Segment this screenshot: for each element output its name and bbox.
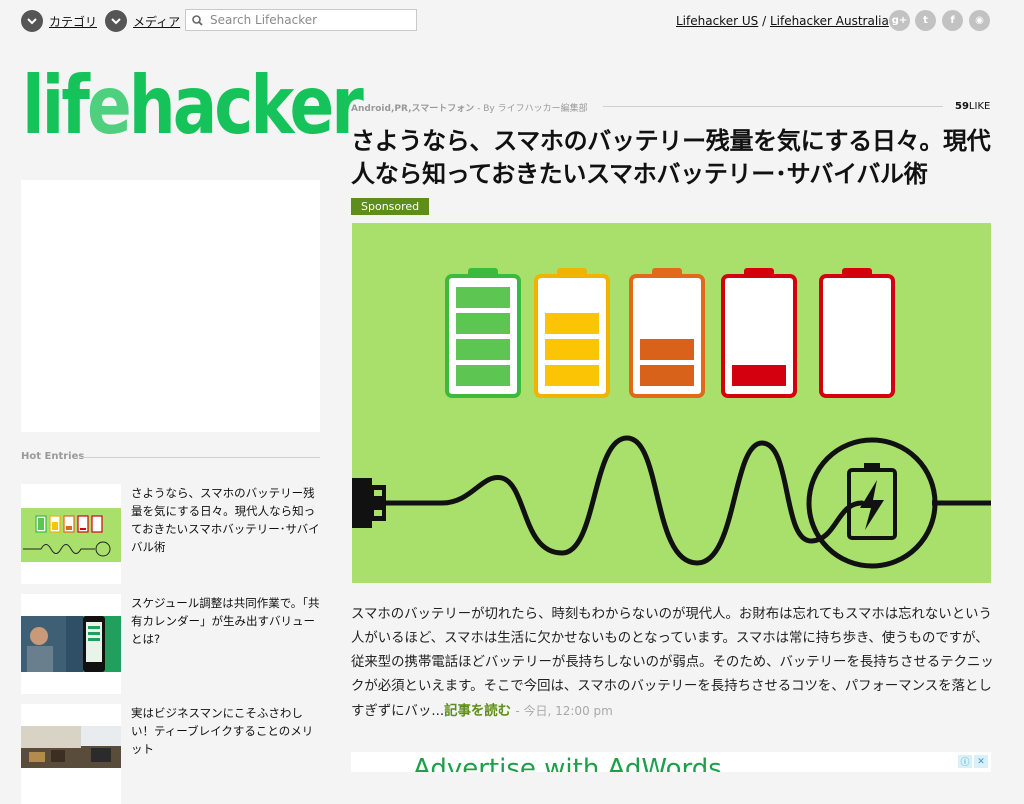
category-menu-button[interactable]: カテゴリ — [21, 10, 97, 32]
rss-icon[interactable]: ◉ — [969, 10, 990, 31]
lifehacker-australia-link[interactable]: Lifehacker Australia — [770, 14, 889, 28]
ad-choice-controls: ⓘ ✕ — [958, 755, 988, 768]
sidebar-ad — [21, 180, 320, 432]
hot-entries-heading: Hot Entries — [21, 451, 85, 462]
battery-high-icon — [534, 268, 610, 398]
media-menu-label: メディア — [133, 14, 181, 29]
divider — [603, 106, 943, 107]
category-menu-label: カテゴリ — [49, 14, 98, 29]
media-menu-button[interactable]: メディア — [105, 10, 180, 32]
charging-icon — [806, 437, 938, 569]
battery-full-icon — [445, 268, 521, 398]
regional-links: Lifehacker US / Lifehacker Australia — [676, 14, 889, 28]
article-excerpt: スマホのバッテリーが切れたら、時刻もわからないのが現代人。お財布は忘れてもスマホ… — [351, 603, 996, 724]
cable-line — [383, 435, 865, 566]
hot-entry-title[interactable]: 実はビジネスマンにこそふさわしい！ティーブレイクすることのメリット — [131, 704, 323, 758]
like-counter[interactable]: 59LIKE — [955, 101, 990, 112]
article-timestamp: - 今日, 12:00 pm — [515, 704, 613, 718]
hot-entry-thumbnail[interactable] — [21, 594, 121, 694]
battery-low-icon — [721, 268, 797, 398]
search-icon — [192, 11, 203, 30]
hot-entry-thumbnail[interactable] — [21, 484, 121, 584]
info-icon[interactable]: ⓘ — [958, 755, 972, 768]
article-hero-image[interactable] — [352, 223, 991, 583]
article-title[interactable]: さようなら、スマホのバッテリー残量を気にする日々。現代人なら知っておきたいスマホ… — [351, 125, 1001, 191]
bottom-ad-banner[interactable]: Advertise with AdWords — [351, 752, 991, 772]
article-categories[interactable]: Android,PR,スマートフォン — [351, 104, 474, 114]
chevron-down-icon — [105, 10, 127, 32]
lifehacker-us-link[interactable]: Lifehacker US — [676, 14, 758, 28]
like-label: LIKE — [968, 101, 991, 112]
plug-icon — [352, 478, 386, 528]
hot-entry-title[interactable]: スケジュール調整は共同作業で。「共有カレンダー」が生み出すバリューとは? — [131, 594, 323, 648]
search-input[interactable] — [208, 12, 412, 28]
twitter-icon[interactable]: t — [915, 10, 936, 31]
search-box[interactable] — [185, 9, 417, 31]
google-plus-icon[interactable]: g+ — [889, 10, 910, 31]
divider — [82, 457, 320, 458]
battery-empty-icon — [819, 268, 895, 398]
chevron-down-icon — [21, 10, 43, 32]
sponsored-badge: Sponsored — [351, 198, 430, 215]
read-more-link[interactable]: 記事を読む — [444, 704, 511, 719]
like-count: 59 — [955, 101, 969, 112]
hot-entry-thumbnail[interactable] — [21, 704, 121, 804]
article-byline: - By ライフハッカー編集部 — [477, 104, 588, 114]
facebook-icon[interactable]: f — [942, 10, 963, 31]
excerpt-text: スマホのバッテリーが切れたら、時刻もわからないのが現代人。お財布は忘れてもスマホ… — [351, 607, 994, 719]
battery-medium-icon — [629, 268, 705, 398]
site-logo[interactable]: lifehacker — [22, 65, 364, 147]
ad-text: Advertise with AdWords — [413, 754, 722, 772]
hot-entry-title[interactable]: さようなら、スマホのバッテリー残量を気にする日々。現代人なら知っておきたいスマホ… — [131, 484, 323, 556]
link-separator: / — [762, 14, 767, 28]
article-meta: Android,PR,スマートフォン - By ライフハッカー編集部 — [351, 101, 588, 114]
close-icon[interactable]: ✕ — [974, 755, 988, 768]
